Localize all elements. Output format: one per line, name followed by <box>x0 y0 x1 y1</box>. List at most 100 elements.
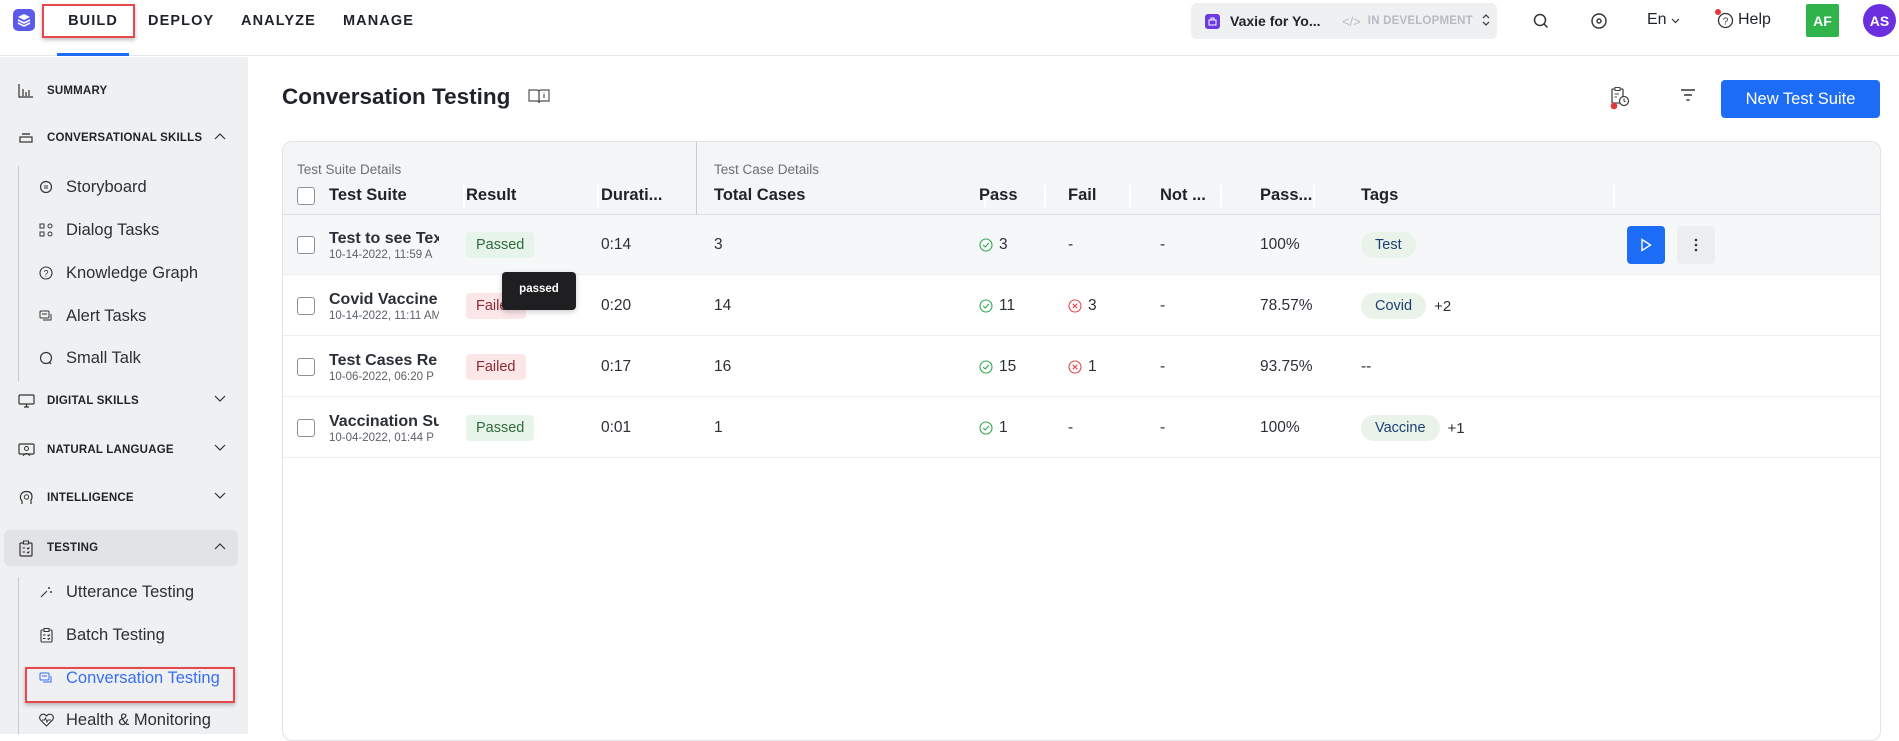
status-badge: Passed <box>466 415 535 441</box>
table-row[interactable]: Test Cases Re 10-06-2022, 06:20 P Failed… <box>283 337 1880 397</box>
pass-count: 11 <box>999 297 1016 314</box>
suite-date: 10-14-2022, 11:11 AM <box>329 309 439 322</box>
column-resizer[interactable] <box>1129 185 1131 207</box>
suite-date: 10-14-2022, 11:59 A <box>329 248 433 261</box>
suite-name[interactable]: Test to see Tex <box>329 230 439 248</box>
check-circle-icon <box>979 421 993 435</box>
nav-tab-manage[interactable]: MANAGE <box>343 0 414 42</box>
column-header-not-run[interactable]: Not ... <box>1160 186 1206 205</box>
column-resizer[interactable] <box>1044 185 1046 207</box>
sidebar-item-conversation-testing[interactable]: Conversation Testing <box>38 663 220 693</box>
section-label: DIGITAL SKILLS <box>47 395 139 407</box>
fail-count: 3 <box>1088 297 1097 314</box>
sidebar-item-storyboard[interactable]: Storyboard <box>38 172 147 202</box>
page-title: Conversation Testing <box>282 84 511 109</box>
help-label: Help <box>1738 11 1771 28</box>
x-circle-icon <box>1068 299 1082 313</box>
not-run-cell: - <box>1160 236 1166 253</box>
avatar-af[interactable]: AF <box>1806 4 1839 37</box>
fail-cell: 3 <box>1068 276 1097 336</box>
column-header-test-suite[interactable]: Test Suite <box>329 186 407 205</box>
avatar-as[interactable]: AS <box>1863 4 1896 37</box>
row-checkbox[interactable] <box>297 398 315 458</box>
tags-cell: Covid +2 <box>1361 276 1451 336</box>
chart-icon <box>17 82 35 100</box>
item-label: Conversation Testing <box>66 668 220 687</box>
sidebar-item-knowledge-graph[interactable]: ? Knowledge Graph <box>38 258 198 288</box>
target-icon[interactable] <box>1588 10 1610 32</box>
total-cases-cell: 14 <box>714 297 732 314</box>
sidebar-item-dialog-tasks[interactable]: Dialog Tasks <box>38 215 159 245</box>
tree-line <box>18 166 19 381</box>
tag-more-count[interactable]: +1 <box>1448 420 1465 437</box>
suite-name[interactable]: Vaccination Su <box>329 413 439 431</box>
sidebar-section-natural-language[interactable]: NATURAL LANGUAGE <box>4 432 238 468</box>
language-selector[interactable]: En <box>1647 11 1680 29</box>
new-test-suite-button[interactable]: New Test Suite <box>1721 80 1880 118</box>
sidebar: SUMMARY CONVERSATIONAL SKILLS Storyboard… <box>0 57 248 734</box>
column-resizer[interactable] <box>1220 185 1222 207</box>
column-header-duration[interactable]: Durati... <box>601 186 662 205</box>
column-header-pass-percent[interactable]: Pass... <box>1260 186 1312 205</box>
sidebar-section-intelligence[interactable]: INTELLIGENCE <box>4 480 238 516</box>
section-label: NATURAL LANGUAGE <box>47 444 174 456</box>
column-header-pass[interactable]: Pass <box>979 186 1018 205</box>
column-header-fail[interactable]: Fail <box>1068 186 1096 205</box>
sidebar-section-conversational-skills[interactable]: CONVERSATIONAL SKILLS <box>4 120 238 156</box>
column-resizer[interactable] <box>1313 185 1315 207</box>
documentation-book-icon[interactable] <box>528 88 550 109</box>
tag: Covid <box>1361 293 1427 319</box>
table-row[interactable]: Test to see Tex 10-14-2022, 11:59 A Pass… <box>283 215 1880 275</box>
sidebar-item-health-monitoring[interactable]: Health & Monitoring <box>38 705 211 735</box>
sidebar-section-digital-skills[interactable]: DIGITAL SKILLS <box>4 383 238 419</box>
row-checkbox[interactable] <box>297 337 315 397</box>
suite-name[interactable]: Covid Vaccine <box>329 291 439 309</box>
more-options-button[interactable] <box>1677 226 1715 264</box>
app-logo[interactable] <box>13 9 35 31</box>
select-all-checkbox[interactable] <box>297 187 315 205</box>
fail-cell: - <box>1068 236 1074 253</box>
column-header-tags[interactable]: Tags <box>1361 186 1398 205</box>
test-history-icon[interactable] <box>1609 86 1631 115</box>
column-header-result[interactable]: Result <box>466 186 516 205</box>
column-header-total-cases[interactable]: Total Cases <box>714 186 805 205</box>
nav-tab-build[interactable]: BUILD <box>57 0 129 56</box>
help-button[interactable]: ? Help <box>1715 9 1771 29</box>
layers-icon <box>17 14 31 27</box>
clipboard-icon <box>17 539 35 557</box>
nav-tab-deploy[interactable]: DEPLOY <box>148 0 214 42</box>
item-label: Alert Tasks <box>66 306 147 325</box>
sidebar-item-batch-testing[interactable]: Batch Testing <box>38 620 165 650</box>
sidebar-item-alert-tasks[interactable]: Alert Tasks <box>38 301 146 331</box>
suite-cell: Test to see Tex 10-14-2022, 11:59 A <box>329 215 439 275</box>
suite-name[interactable]: Test Cases Re <box>329 352 439 370</box>
svg-text:?: ? <box>1723 16 1729 27</box>
conversation-icon <box>38 670 54 686</box>
tag-more-count[interactable]: +2 <box>1434 298 1451 315</box>
table-row[interactable]: Vaccination Su 10-04-2022, 01:44 P Passe… <box>283 398 1880 458</box>
status-badge: Passed <box>466 232 535 258</box>
pass-cell: 11 <box>979 276 1015 336</box>
total-cases-cell: 1 <box>714 419 723 436</box>
app-switcher[interactable]: Vaxie for Yo... </> IN DEVELOPMENT <box>1191 3 1497 39</box>
nav-tab-analyze[interactable]: ANALYZE <box>241 0 316 42</box>
tags-cell: Test <box>1361 215 1416 275</box>
alert-chat-icon <box>38 308 54 324</box>
column-resizer[interactable] <box>463 185 465 207</box>
search-icon[interactable] <box>1530 10 1552 32</box>
sidebar-item-small-talk[interactable]: Small Talk <box>38 343 141 373</box>
suite-cell: Test Cases Re 10-06-2022, 06:20 P <box>329 337 439 397</box>
sidebar-section-summary[interactable]: SUMMARY <box>4 73 238 109</box>
sidebar-section-testing[interactable]: TESTING <box>4 530 238 566</box>
column-resizer[interactable] <box>597 185 599 207</box>
row-checkbox[interactable] <box>297 215 315 275</box>
total-cases-cell: 16 <box>714 358 732 375</box>
sidebar-item-utterance-testing[interactable]: Utterance Testing <box>38 577 194 607</box>
group-divider <box>696 142 697 215</box>
run-button[interactable] <box>1627 226 1665 264</box>
column-resizer[interactable] <box>1613 185 1615 207</box>
filter-icon[interactable] <box>1680 88 1696 107</box>
item-label: Utterance Testing <box>66 582 195 601</box>
result-cell: Passed <box>466 215 535 275</box>
row-checkbox[interactable] <box>297 276 315 336</box>
